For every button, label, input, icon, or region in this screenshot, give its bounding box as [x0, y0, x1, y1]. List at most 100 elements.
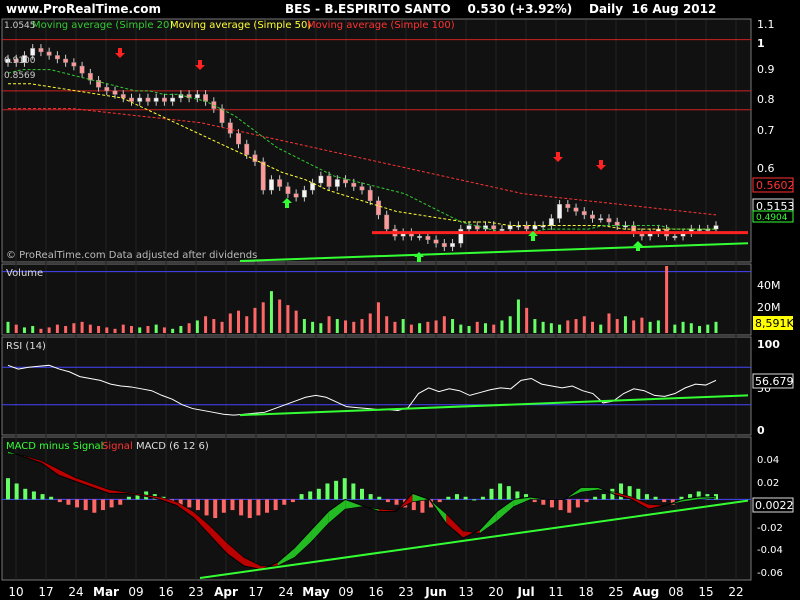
volume-bar: [294, 310, 298, 333]
macd-histogram-bar: [575, 499, 580, 508]
volume-bar: [525, 307, 529, 333]
candle: [491, 225, 497, 230]
candle: [277, 179, 283, 187]
volume-bar: [442, 316, 446, 333]
macd-histogram-bar: [213, 499, 218, 519]
volume-bar: [138, 327, 142, 333]
candle: [590, 214, 595, 219]
candle: [301, 189, 307, 198]
volume-bar: [245, 316, 249, 333]
volume-bar: [352, 321, 356, 333]
x-tick-label: 25: [608, 585, 623, 599]
volume-bar: [574, 319, 578, 333]
volume-bar: [401, 319, 405, 333]
price-box-1: 0.5602: [752, 177, 795, 193]
macd-histogram-bar: [454, 494, 459, 500]
volume-axis: 40M 20M: [757, 279, 781, 314]
x-tick-label: 24: [278, 585, 293, 599]
rsi-title: RSI (14): [6, 341, 46, 352]
x-tick-label: 13: [458, 585, 473, 599]
volume-bar: [319, 323, 323, 333]
macd-histogram-bar: [100, 499, 105, 511]
macd-histogram-bar: [463, 496, 468, 500]
price-tick: 0.7: [757, 124, 775, 137]
price-tick: 0.8: [757, 93, 775, 106]
candle: [129, 97, 134, 102]
volume-bar: [376, 302, 380, 333]
x-tick-label: 09: [338, 585, 353, 599]
chart-canvas[interactable]: Moving average (Simple 20) Moving averag…: [0, 0, 800, 600]
volume-bar: [500, 320, 504, 333]
macd-title-signal: Signal: [102, 441, 133, 452]
x-tick-label: Aug: [633, 585, 659, 599]
candle: [227, 122, 233, 134]
volume-bar: [599, 324, 603, 333]
volume-bar: [475, 321, 479, 333]
volume-bar: [558, 324, 562, 333]
volume-bar: [154, 324, 158, 333]
volume-bar: [22, 327, 26, 333]
x-tick-label: 09: [128, 585, 143, 599]
macd-box: 0.0022: [752, 497, 794, 513]
macd-histogram-bar: [49, 496, 54, 500]
volume-bar: [220, 321, 224, 333]
macd-histogram-bar: [325, 483, 330, 500]
rsi-tick: 0: [757, 424, 765, 437]
volume-bar: [541, 321, 545, 333]
macd-axis: 0.04 0.02 -0.02 -0.04 -0.06: [757, 455, 783, 579]
svg-text:8,591K: 8,591K: [755, 317, 794, 330]
macd-tick: -0.02: [757, 523, 783, 534]
volume-bar: [426, 321, 430, 333]
candle: [285, 186, 291, 194]
candle: [71, 62, 77, 67]
x-tick-label: 20: [488, 585, 503, 599]
macd-histogram-bar: [40, 494, 45, 500]
volume-bar: [88, 324, 92, 333]
volume-box: 8,591K: [753, 316, 794, 330]
macd-histogram-bar: [273, 499, 278, 511]
volume-bar: [656, 320, 660, 333]
macd-histogram-bar: [23, 488, 28, 500]
candle: [112, 90, 118, 95]
volume-bar: [286, 305, 290, 333]
volume-bar: [327, 316, 331, 333]
candle: [79, 65, 85, 74]
volume-bar: [607, 313, 611, 333]
macd-histogram-bar: [601, 494, 606, 500]
candle: [614, 221, 620, 226]
candle: [565, 204, 571, 209]
volume-bar: [582, 316, 586, 333]
macd-histogram-bar: [489, 488, 494, 500]
macd-histogram-bar: [437, 499, 442, 503]
candle: [713, 225, 719, 230]
volume-bar: [97, 326, 101, 333]
x-tick-label: 11: [548, 585, 563, 599]
macd-histogram-bar: [420, 499, 425, 513]
volume-bar: [516, 299, 520, 333]
volume-bar: [566, 320, 570, 333]
macd-histogram-bar: [446, 496, 451, 500]
volume-bar: [162, 327, 166, 333]
candle: [557, 204, 563, 219]
candle: [170, 97, 176, 102]
macd-histogram-bar: [256, 499, 261, 516]
volume-bar: [31, 326, 35, 333]
x-tick-label: 24: [68, 585, 83, 599]
volume-bar: [179, 326, 183, 333]
volume-bar: [64, 326, 68, 333]
rsi-tick: 100: [757, 338, 780, 351]
candle: [450, 243, 455, 248]
volume-bar: [113, 328, 117, 333]
macd-histogram-bar: [204, 499, 209, 516]
volume-bar: [385, 316, 389, 333]
candle: [326, 175, 332, 187]
macd-histogram-bar: [118, 499, 123, 505]
candle: [104, 87, 110, 92]
x-tick-label: Apr: [214, 585, 238, 599]
volume-bar: [623, 316, 627, 333]
legend-sma50: Moving average (Simple 50): [170, 20, 311, 31]
candle: [63, 58, 69, 63]
volume-bar: [278, 299, 282, 333]
macd-histogram-bar: [316, 488, 321, 500]
volume-bar: [640, 317, 644, 333]
